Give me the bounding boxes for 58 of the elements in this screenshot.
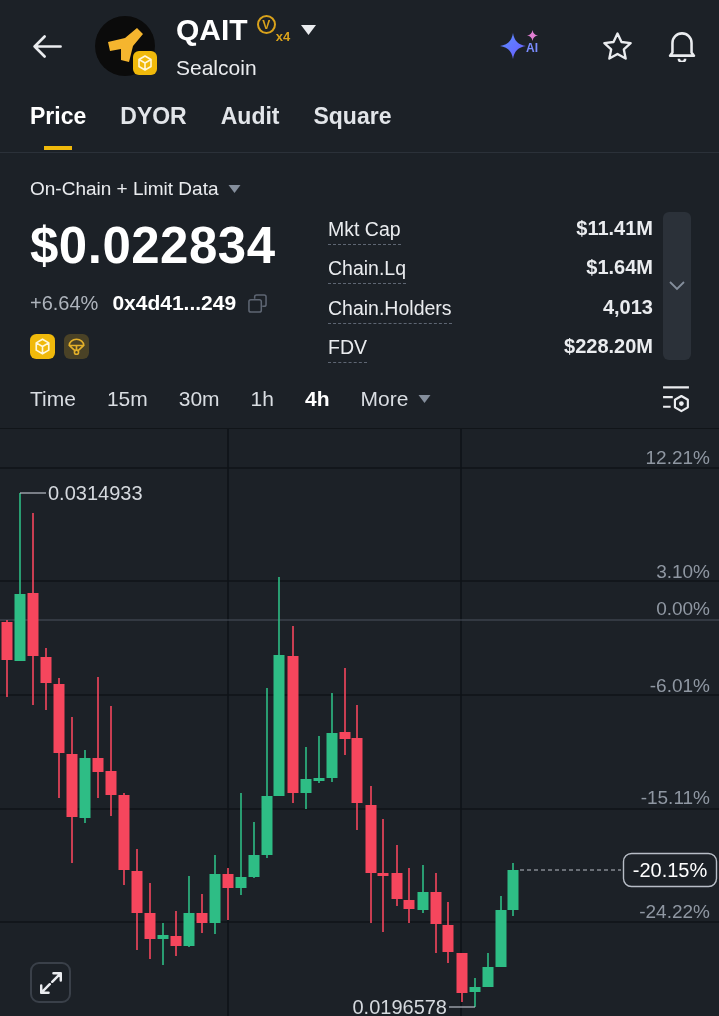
candle — [442, 901, 454, 964]
token-name: Sealcoin — [176, 55, 257, 81]
axis-label: -15.11% — [640, 787, 710, 808]
low-price-label: 0.0196578 — [352, 996, 447, 1016]
star-icon — [603, 32, 632, 60]
ai-assistant-button[interactable]: AI — [500, 33, 538, 59]
interval-option[interactable]: Time — [30, 386, 76, 412]
data-source-dropdown[interactable]: On-Chain + Limit Data — [30, 177, 241, 201]
candle — [403, 867, 415, 924]
stat-label[interactable]: FDV — [328, 335, 367, 364]
verified-mark: V — [256, 15, 276, 34]
chart-settings-icon[interactable] — [662, 385, 690, 413]
price-value: $0.022834 — [30, 218, 277, 274]
axis-label: 3.10% — [656, 561, 710, 582]
stat-label[interactable]: Chain.Lq — [328, 256, 407, 285]
interval-option[interactable]: 1h — [250, 386, 274, 412]
expand-icon — [39, 971, 62, 994]
stat-value: 4,013 — [602, 294, 653, 319]
cube-badge-icon — [133, 51, 157, 75]
high-price-label: 0.0314933 — [48, 482, 143, 504]
copy-icon[interactable] — [248, 293, 268, 313]
axis-label: 0.00% — [656, 598, 710, 619]
notifications-button[interactable] — [668, 30, 696, 62]
stat-label[interactable]: Mkt Cap — [328, 216, 401, 245]
chevron-icon — [669, 281, 685, 291]
bell-icon — [668, 30, 696, 62]
caret-icon — [227, 185, 241, 193]
stat-value: $228.20M — [564, 334, 653, 359]
stat-label[interactable]: Chain.Holders — [328, 295, 452, 324]
stat-value: $1.64M — [586, 255, 653, 280]
tab[interactable]: Square — [313, 92, 392, 150]
axis-label: -6.01% — [649, 675, 710, 696]
leader-line — [19, 492, 47, 494]
favorite-button[interactable] — [603, 32, 632, 60]
fullscreen-button[interactable] — [30, 962, 71, 1003]
interval-option[interactable]: 4h — [304, 386, 330, 412]
back-arrow-icon — [33, 34, 62, 58]
leader-line — [448, 1006, 476, 1008]
tab[interactable]: DYOR — [120, 92, 187, 150]
axis-label: 12.21% — [645, 447, 710, 468]
interval-option[interactable]: 15m — [106, 386, 148, 412]
contract-address: 0x4d41...249 — [112, 290, 237, 316]
token-symbol: QAIT — [176, 12, 248, 48]
multiplier-label: x4 — [275, 30, 291, 44]
back-button[interactable] — [33, 34, 62, 58]
axis-label: -24.22% — [639, 901, 710, 922]
stat-value: $11.41M — [576, 215, 653, 240]
caret-icon — [418, 395, 432, 403]
tab[interactable]: Audit — [220, 92, 280, 150]
candle — [391, 844, 403, 907]
interval-option[interactable]: More — [360, 386, 432, 412]
caret-icon[interactable] — [301, 25, 317, 35]
parachute-badge-icon — [64, 334, 89, 359]
current-price-badge: -20.15% — [622, 852, 718, 888]
interval-option[interactable]: 30m — [178, 386, 220, 412]
cube-badge-icon — [30, 334, 55, 359]
candle — [507, 862, 519, 917]
price-change: +6.64% — [30, 291, 99, 316]
